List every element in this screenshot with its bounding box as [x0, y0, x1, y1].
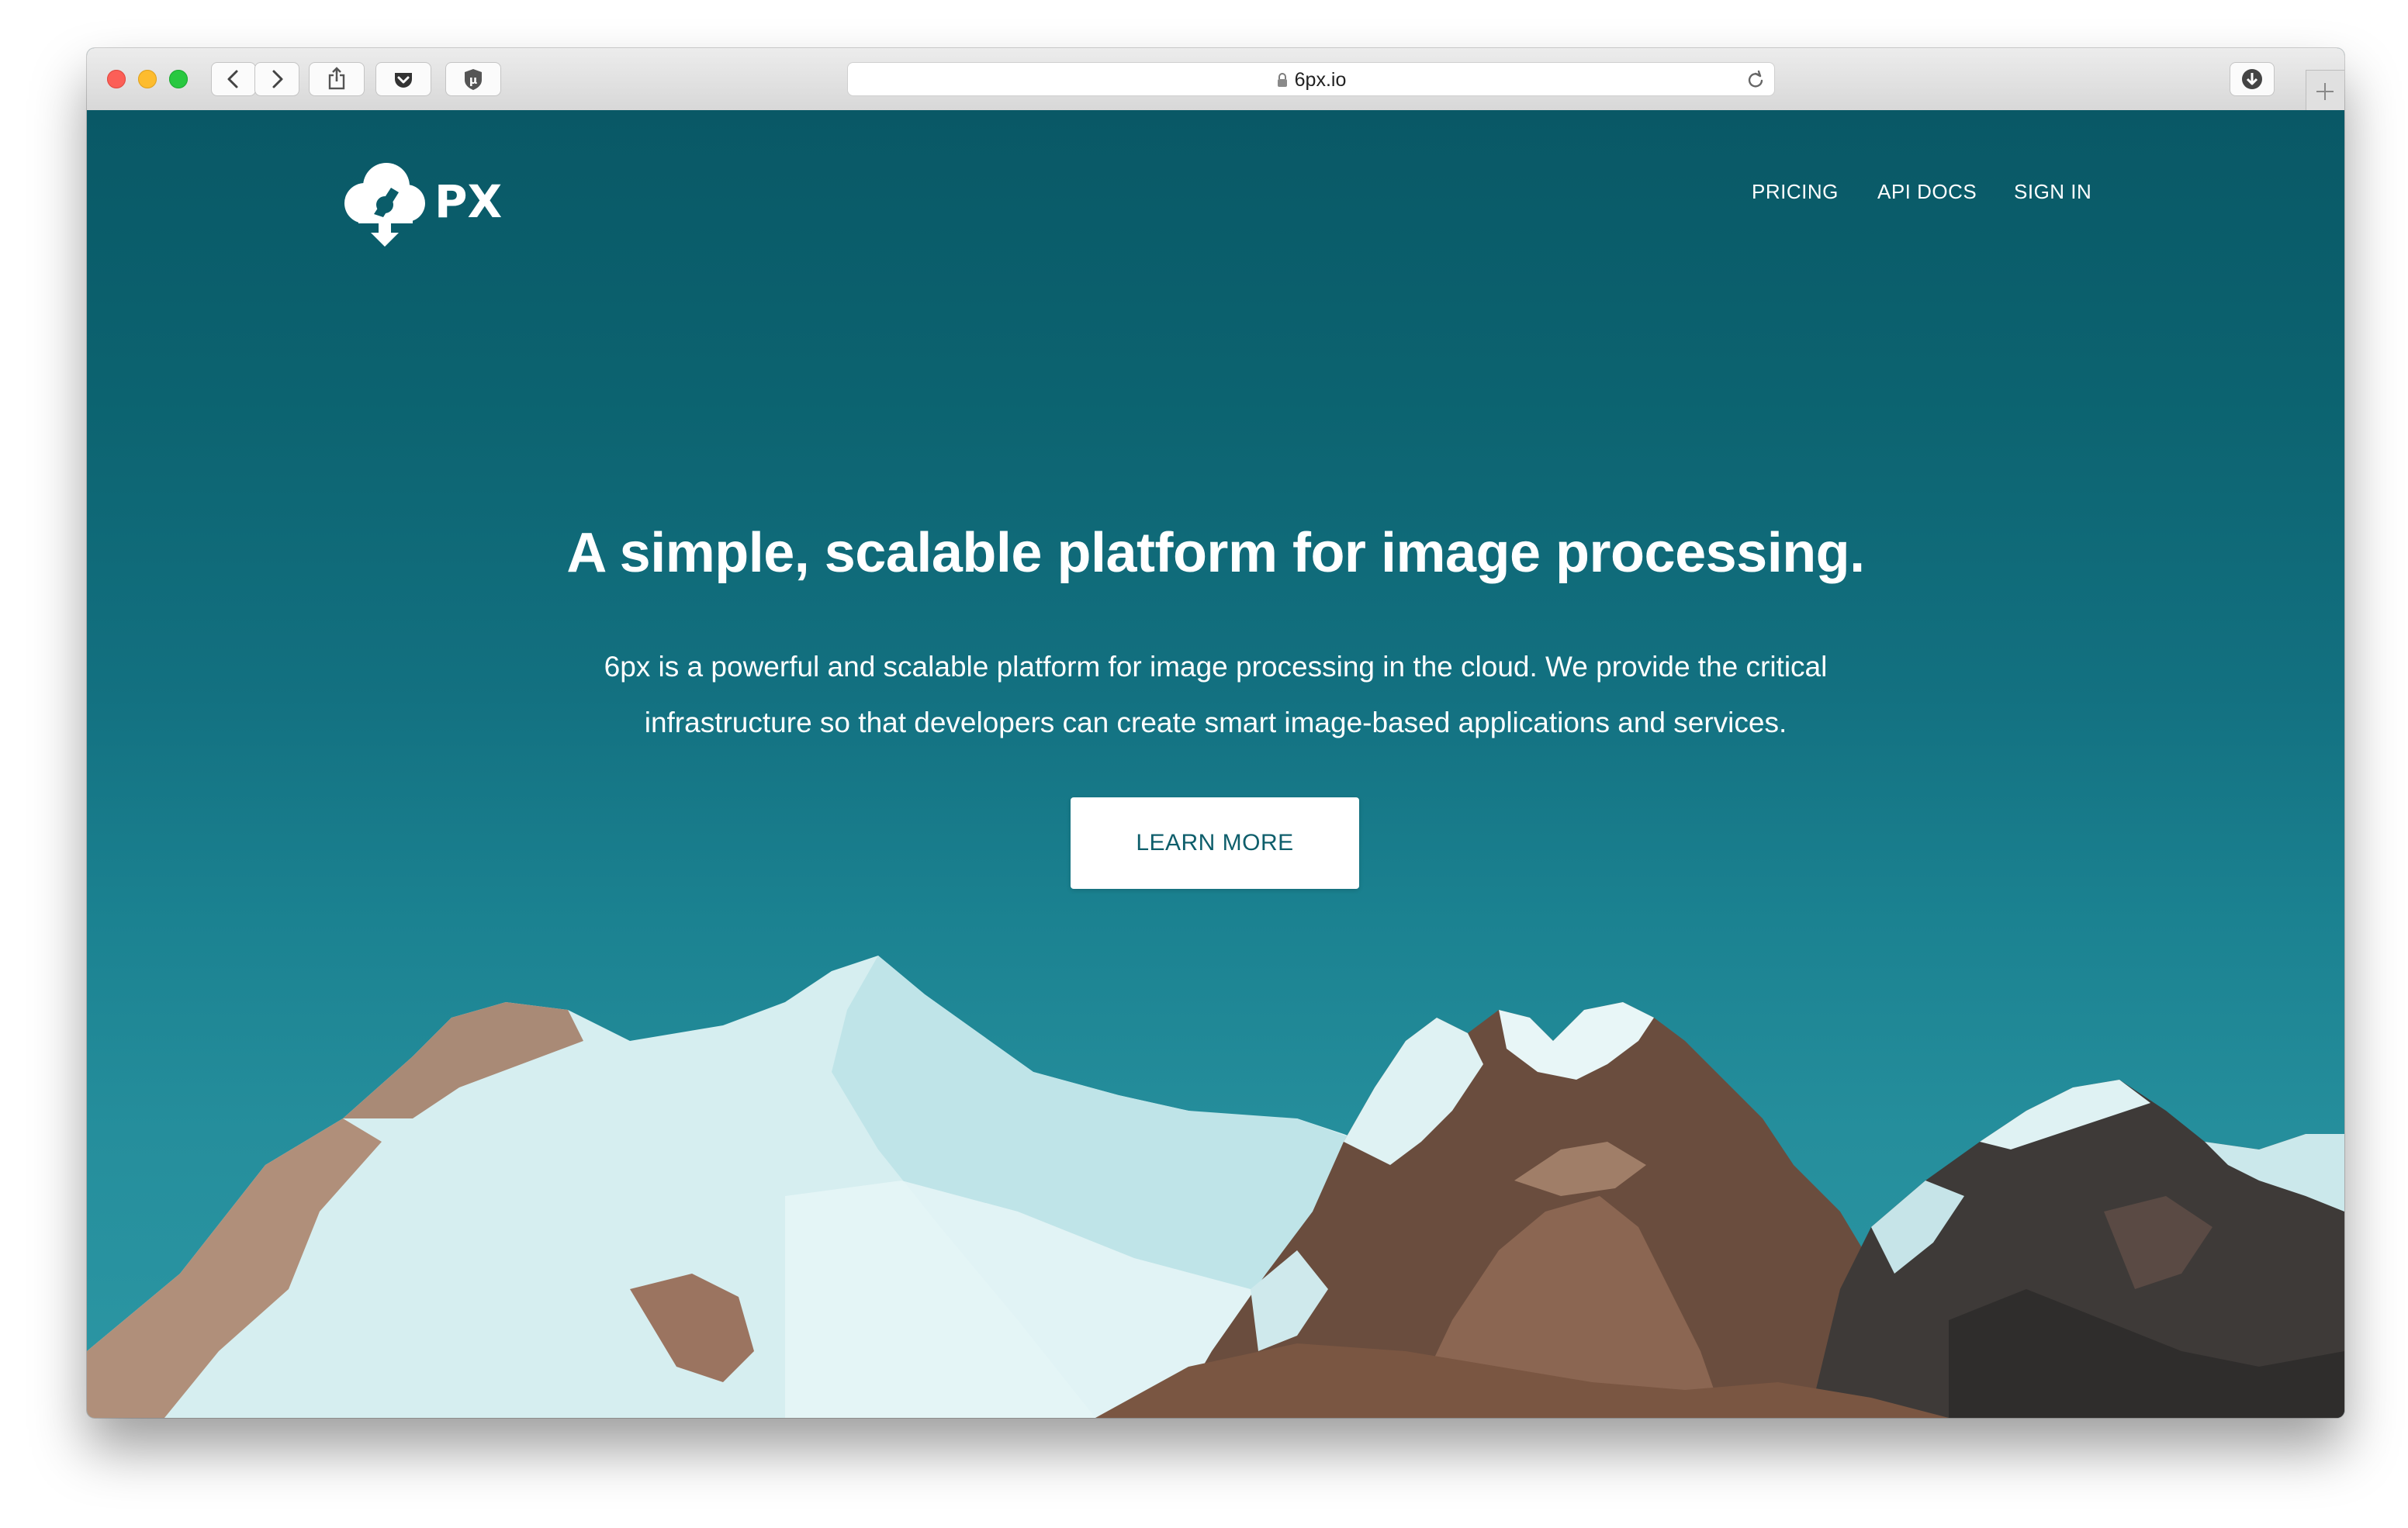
ublock-extension-button[interactable]: μ — [445, 62, 501, 96]
pocket-button[interactable] — [375, 62, 431, 96]
nav-sign-in[interactable]: SIGN IN — [2014, 180, 2091, 204]
share-icon — [328, 67, 345, 90]
back-button[interactable] — [211, 62, 256, 96]
reload-icon[interactable] — [1745, 69, 1766, 91]
6px-logo[interactable]: PX — [337, 147, 507, 248]
hero-subtitle: 6px is a powerful and scalable platform … — [87, 639, 2344, 751]
close-window-button[interactable] — [107, 70, 126, 88]
mountain-background-image — [87, 956, 2344, 1418]
hero-subtitle-line-1: 6px is a powerful and scalable platform … — [604, 651, 1828, 683]
downloads-button[interactable] — [2230, 62, 2275, 96]
address-bar[interactable]: 6px.io — [847, 62, 1775, 96]
forward-button[interactable] — [254, 62, 299, 96]
learn-more-button[interactable]: LEARN MORE — [1071, 797, 1359, 889]
zoom-window-button[interactable] — [169, 70, 188, 88]
webpage-hero: PX PRICING API DOCS SIGN IN A simple, sc… — [87, 110, 2344, 1418]
cloud-download-icon — [344, 163, 425, 247]
logo-text: PX — [434, 175, 502, 228]
nav-pricing[interactable]: PRICING — [1752, 180, 1839, 204]
browser-toolbar: μ 6px.io — [87, 48, 2344, 112]
pocket-icon — [395, 73, 412, 88]
browser-window: μ 6px.io PX PRICING API DOCS SIGN IN A s… — [87, 48, 2344, 1418]
hero-subtitle-line-2: infrastructure so that developers can cr… — [644, 707, 1787, 738]
minimize-window-button[interactable] — [138, 70, 157, 88]
url-text: 6px.io — [1294, 68, 1347, 91]
svg-text:μ: μ — [469, 74, 477, 87]
hero-title: A simple, scalable platform for image pr… — [566, 522, 1865, 584]
share-button[interactable] — [309, 62, 365, 96]
plus-icon — [2316, 83, 2334, 100]
download-icon — [2242, 69, 2262, 89]
new-tab-button[interactable] — [2306, 70, 2344, 110]
chevron-left-icon — [227, 70, 238, 88]
chevron-right-icon — [272, 70, 283, 88]
nav-api-docs[interactable]: API DOCS — [1877, 180, 1977, 204]
ublock-icon: μ — [465, 69, 482, 90]
lock-icon — [1277, 73, 1287, 87]
